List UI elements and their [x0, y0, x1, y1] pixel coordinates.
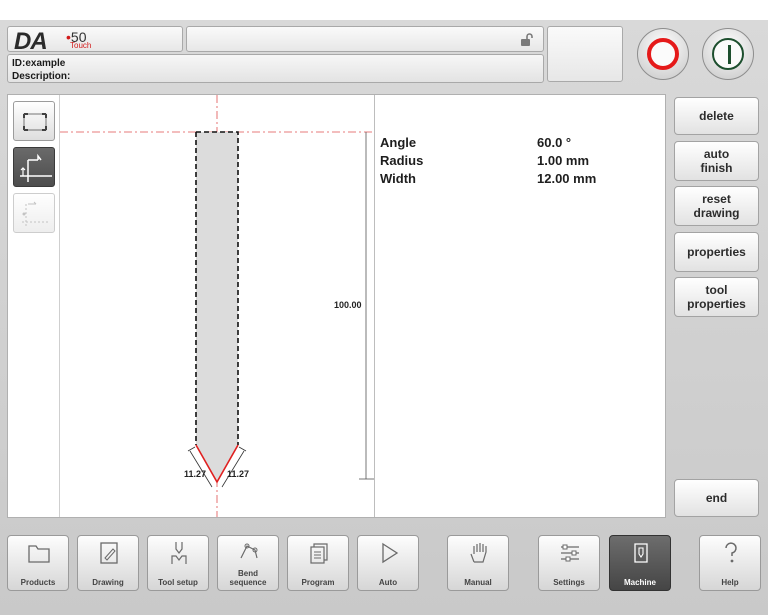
tool-editor-area: 11.27 11.27 100.00 Angle 60.0 ° Radius 1…: [7, 94, 666, 518]
stop-button[interactable]: [637, 28, 689, 80]
reset-drawing-button[interactable]: reset drawing: [674, 186, 759, 226]
nav-help[interactable]: Help: [699, 535, 761, 591]
view-toolbar: [8, 95, 60, 517]
property-row: Width 12.00 mm: [380, 171, 660, 189]
program-description: Description:: [12, 71, 71, 82]
nav-manual-label: Manual: [464, 578, 492, 587]
frame-corners-icon: [23, 113, 47, 131]
nav-products[interactable]: Products: [7, 535, 69, 591]
punch-body: [196, 132, 238, 482]
nav-drawing-label: Drawing: [92, 578, 124, 587]
auto-finish-button[interactable]: auto finish: [674, 141, 759, 181]
logo-panel: DA •50 Touch: [7, 26, 183, 55]
reset-drawing-label: reset drawing: [693, 192, 740, 220]
logo-text: DA: [14, 28, 48, 55]
coordinate-mode-button[interactable]: [13, 193, 55, 233]
property-row: Radius 1.00 mm: [380, 153, 660, 171]
nav-help-label: Help: [721, 578, 739, 587]
stacked-pages-icon: [310, 543, 328, 564]
machine-icon: [634, 543, 648, 563]
right-angle-dimension: 11.27: [227, 469, 249, 479]
folder-icon: [28, 545, 50, 563]
property-label: Radius: [380, 153, 424, 168]
start-bar-icon: [712, 38, 744, 70]
program-id: ID:example: [12, 58, 66, 69]
settings-list-icon: [561, 544, 579, 562]
nav-program-label: Program: [301, 578, 335, 587]
nav-auto[interactable]: Auto: [357, 535, 419, 591]
question-mark-icon: [725, 542, 737, 563]
nav-drawing[interactable]: Drawing: [77, 535, 139, 591]
properties-label: properties: [687, 245, 746, 259]
zoom-fit-button[interactable]: [13, 101, 55, 141]
nav-program[interactable]: Program: [287, 535, 349, 591]
nav-tool-setup[interactable]: Tool setup: [147, 535, 209, 591]
panel-divider: [374, 95, 375, 517]
nav-manual[interactable]: Manual: [447, 535, 509, 591]
nav-bend-sequence[interactable]: Bend sequence: [217, 535, 279, 591]
nav-settings-label: Settings: [553, 578, 585, 587]
bend-sequence-icon: [240, 543, 258, 559]
stop-circle-icon: [647, 38, 679, 70]
model-suffix: Touch: [70, 41, 92, 50]
property-value: 60.0 °: [537, 135, 572, 150]
program-info: ID:example Description:: [7, 54, 544, 83]
delete-button[interactable]: delete: [674, 97, 759, 135]
nav-bend-sequence-label: Bend sequence: [229, 569, 267, 587]
end-label: end: [705, 491, 728, 505]
tool-properties-button[interactable]: tool properties: [674, 277, 759, 317]
tool-drawing-canvas[interactable]: 11.27 11.27 100.00: [60, 95, 374, 517]
property-value: 1.00 mm: [537, 153, 590, 168]
auto-finish-label: auto finish: [700, 147, 733, 175]
nav-products-label: Products: [20, 578, 56, 587]
nav-tool-setup-label: Tool setup: [158, 578, 198, 587]
end-button[interactable]: end: [674, 479, 759, 517]
delete-label: delete: [699, 109, 734, 123]
dimension-axis-icon: [20, 153, 52, 182]
height-dimension: 100.00: [334, 300, 362, 310]
unlock-icon[interactable]: [519, 33, 533, 47]
coordinate-grid-icon: [22, 201, 50, 226]
program-title-bar[interactable]: [186, 26, 544, 52]
play-icon: [382, 542, 399, 564]
status-panel: [547, 26, 623, 82]
left-angle-dimension: 11.27: [184, 469, 206, 479]
property-label: Angle: [380, 135, 417, 150]
dimension-mode-button[interactable]: [13, 147, 55, 187]
nav-auto-label: Auto: [378, 578, 398, 587]
nav-machine-label: Machine: [623, 578, 656, 587]
tool-properties-list: Angle 60.0 ° Radius 1.00 mm Width 12.00 …: [380, 135, 660, 189]
punch-die-icon: [171, 542, 187, 564]
nav-settings[interactable]: Settings: [538, 535, 600, 591]
property-label: Width: [380, 171, 416, 186]
tool-properties-label: tool properties: [687, 283, 746, 311]
nav-machine[interactable]: Machine: [609, 535, 671, 591]
property-row: Angle 60.0 °: [380, 135, 660, 153]
pencil-sheet-icon: [100, 542, 118, 564]
start-button[interactable]: [702, 28, 754, 80]
properties-button[interactable]: properties: [674, 232, 759, 272]
property-value: 12.00 mm: [537, 171, 597, 186]
hand-icon: [470, 543, 487, 563]
